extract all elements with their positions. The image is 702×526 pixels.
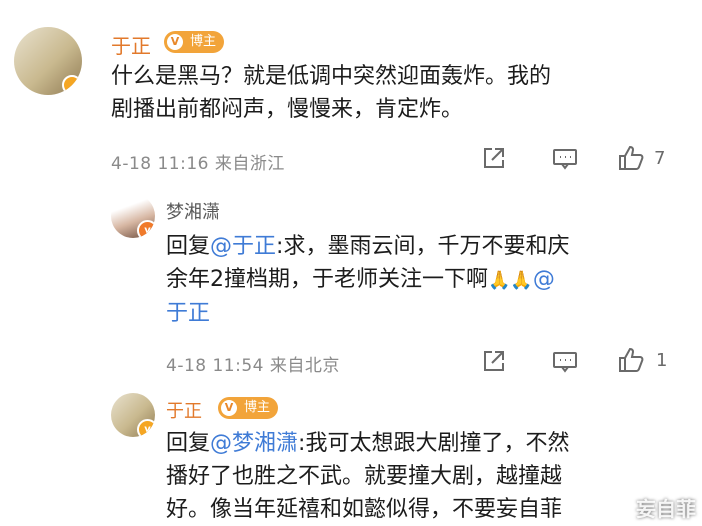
- mention-link[interactable]: 于正: [166, 301, 210, 326]
- mention-link[interactable]: @梦湘潇: [210, 431, 298, 456]
- blogger-badge-label: 博主: [190, 34, 217, 49]
- reply-line: 回复@梦湘潇:我可太想跟大剧撞了，不然: [166, 427, 569, 460]
- reply-line-2: 余年2撞档期，于老师关注一下啊: [166, 267, 488, 292]
- watermark: 妄自菲: [636, 497, 696, 521]
- like-count: 7: [654, 148, 666, 169]
- verified-badge-icon: [62, 75, 82, 95]
- reply-prefix: 回复: [166, 431, 211, 456]
- like-icon[interactable]: [617, 346, 645, 374]
- username[interactable]: 梦湘潇: [166, 198, 220, 224]
- verified-badge-icon: v: [137, 220, 155, 238]
- reply-text: 回复@于正:求，墨雨云间，千万不要和庆 余年2撞档期，于老师关注一下啊🙏🙏@ 于…: [166, 230, 569, 330]
- reply-line: 于正: [166, 297, 569, 330]
- reply-text: 回复@梦湘潇:我可太想跟大剧撞了，不然 播好了也胜之不武。就要撞大剧，越撞越 好…: [166, 427, 569, 526]
- avatar[interactable]: v: [111, 393, 155, 437]
- verified-badge-icon: v: [137, 419, 155, 437]
- avatar[interactable]: v: [111, 194, 155, 238]
- comment-icon[interactable]: [552, 350, 578, 374]
- pray-emoji-icon: 🙏🙏: [488, 270, 533, 291]
- username[interactable]: 于正: [111, 30, 151, 59]
- share-icon[interactable]: [481, 348, 507, 374]
- username[interactable]: 于正: [166, 397, 202, 423]
- share-icon[interactable]: [481, 145, 507, 171]
- comment-meta: 4-18 11:16 来自浙江: [111, 154, 285, 174]
- reply-meta: 4-18 11:54 来自北京: [166, 356, 340, 376]
- blogger-badge: V 博主: [164, 31, 225, 53]
- reply-line: 回复@于正:求，墨雨云间，千万不要和庆: [166, 230, 569, 263]
- blogger-badge-label: 博主: [244, 400, 271, 415]
- reply-line: 播好了也胜之不武。就要撞大剧，越撞越: [166, 464, 563, 489]
- mention-link[interactable]: @: [533, 267, 555, 292]
- reply-line-1: :求，墨雨云间，千万不要和庆: [276, 234, 570, 259]
- like-count: 1: [656, 350, 668, 371]
- like-icon[interactable]: [617, 144, 645, 172]
- comment-icon[interactable]: [552, 147, 578, 171]
- comment-text: 什么是黑马？就是低调中突然迎面轰炸。我的 剧播出前都闷声，慢慢来，肯定炸。: [111, 60, 551, 126]
- blogger-badge: V 博主: [218, 397, 279, 419]
- crown-icon: V: [221, 400, 237, 416]
- crown-icon: V: [167, 34, 183, 50]
- reply-line: 余年2撞档期，于老师关注一下啊🙏🙏@: [166, 263, 569, 297]
- reply-line: 好。像当年延禧和如懿似得，不要妄自菲: [166, 497, 563, 522]
- reply-line-1: :我可太想跟大剧撞了，不然: [298, 431, 570, 456]
- comment-line: 什么是黑马？就是低调中突然迎面轰炸。我的: [111, 64, 552, 89]
- comment-line: 剧播出前都闷声，慢慢来，肯定炸。: [111, 97, 464, 122]
- reply-prefix: 回复: [166, 234, 211, 259]
- avatar[interactable]: [14, 27, 82, 95]
- mention-link[interactable]: @于正: [210, 234, 276, 259]
